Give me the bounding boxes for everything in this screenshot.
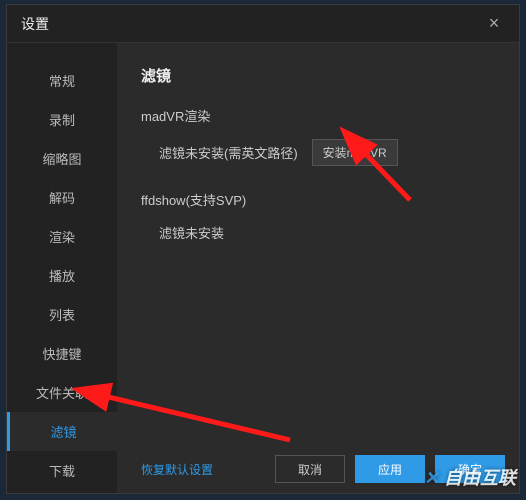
madvr-row: 滤镜未安装(需英文路径) 安装madVR <box>141 139 495 166</box>
close-icon[interactable]: × <box>483 13 505 35</box>
sidebar-item-decode[interactable]: 解码 <box>7 178 117 217</box>
sidebar: 常规 录制 缩略图 解码 渲染 播放 列表 快捷键 文件关联 滤镜 下载 <box>7 43 117 493</box>
sidebar-item-list[interactable]: 列表 <box>7 295 117 334</box>
sidebar-item-download[interactable]: 下载 <box>7 451 117 490</box>
content-panel: 滤镜 madVR渲染 滤镜未安装(需英文路径) 安装madVR ffdshow(… <box>117 43 519 493</box>
madvr-status: 滤镜未安装(需英文路径) <box>159 143 298 162</box>
madvr-heading: madVR渲染 <box>141 106 495 125</box>
window-body: 常规 录制 缩略图 解码 渲染 播放 列表 快捷键 文件关联 滤镜 下载 滤镜 … <box>7 43 519 493</box>
sidebar-item-thumbnail[interactable]: 缩略图 <box>7 139 117 178</box>
ffdshow-status: 滤镜未安装 <box>159 223 224 242</box>
apply-button[interactable]: 应用 <box>355 455 425 483</box>
reset-defaults-link[interactable]: 恢复默认设置 <box>141 461 213 478</box>
ffdshow-heading: ffdshow(支持SVP) <box>141 190 495 209</box>
footer-bar: 恢复默认设置 取消 应用 确定 <box>117 455 519 483</box>
page-title: 滤镜 <box>141 65 495 86</box>
install-madvr-button[interactable]: 安装madVR <box>312 139 398 166</box>
sidebar-item-record[interactable]: 录制 <box>7 100 117 139</box>
sidebar-item-filter[interactable]: 滤镜 <box>7 412 117 451</box>
sidebar-item-general[interactable]: 常规 <box>7 61 117 100</box>
sidebar-item-shortcut[interactable]: 快捷键 <box>7 334 117 373</box>
sidebar-item-file-assoc[interactable]: 文件关联 <box>7 373 117 412</box>
window-title: 设置 <box>21 14 49 34</box>
settings-window: 设置 × 常规 录制 缩略图 解码 渲染 播放 列表 快捷键 文件关联 滤镜 下… <box>6 4 520 494</box>
sidebar-item-render[interactable]: 渲染 <box>7 217 117 256</box>
ffdshow-row: 滤镜未安装 <box>141 223 495 242</box>
title-bar: 设置 × <box>7 5 519 43</box>
sidebar-item-play[interactable]: 播放 <box>7 256 117 295</box>
ok-button[interactable]: 确定 <box>435 455 505 483</box>
cancel-button[interactable]: 取消 <box>275 455 345 483</box>
